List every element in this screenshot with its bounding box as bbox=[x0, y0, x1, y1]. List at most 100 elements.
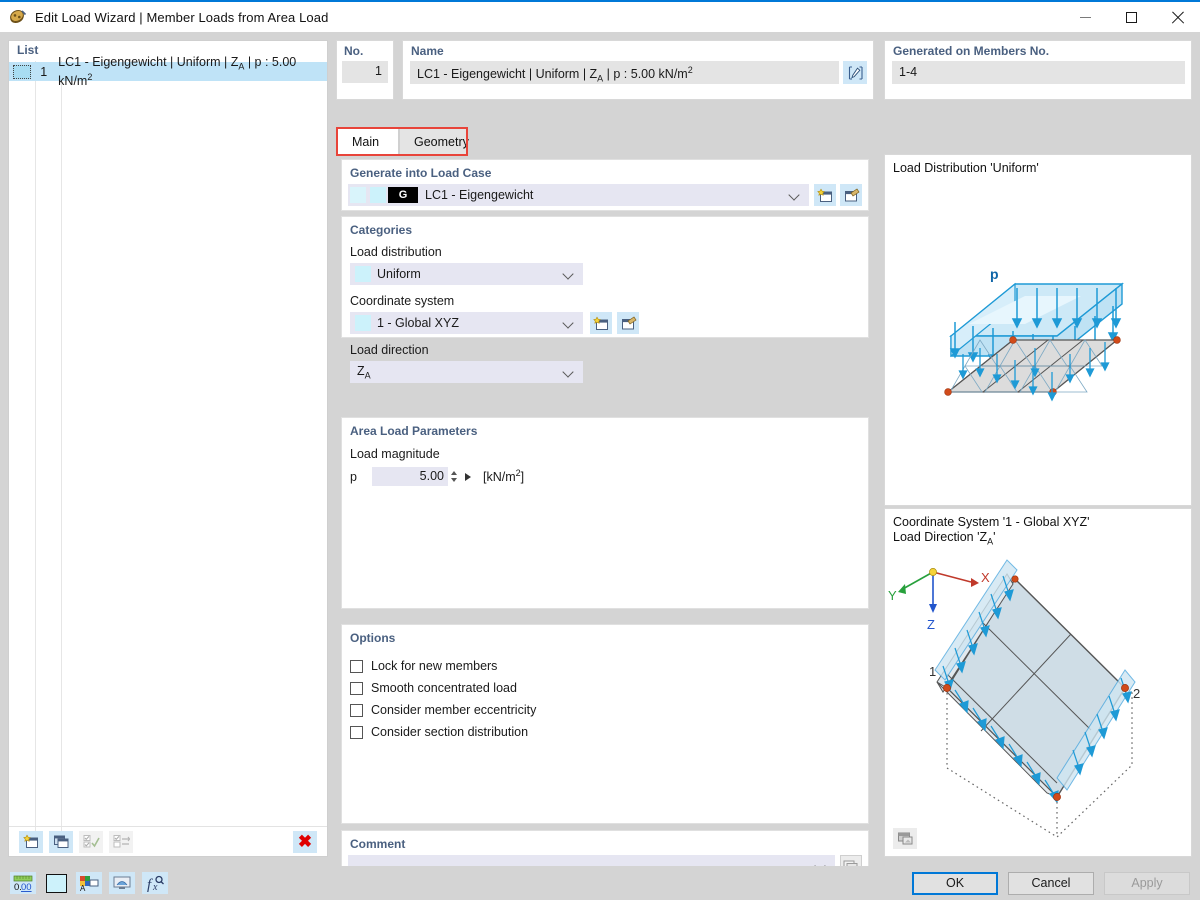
maximize-button[interactable] bbox=[1108, 1, 1154, 33]
close-button[interactable] bbox=[1154, 1, 1200, 33]
option-consider-member-eccentricity[interactable]: Consider member eccentricity bbox=[350, 699, 868, 721]
comment-title: Comment bbox=[342, 831, 868, 851]
new-window-icon bbox=[23, 834, 40, 849]
load-magnitude-input[interactable]: 5.00 bbox=[372, 467, 448, 486]
load-direction-value: ZA bbox=[350, 364, 563, 381]
row-color-swatch[interactable] bbox=[13, 65, 31, 79]
new-window-icon bbox=[817, 188, 834, 203]
axis-x-label: X bbox=[981, 570, 990, 585]
select-all-button[interactable] bbox=[79, 831, 103, 853]
load-direction-combo[interactable]: ZA bbox=[350, 361, 583, 383]
minimize-button[interactable] bbox=[1062, 1, 1108, 33]
color-swatch-icon bbox=[46, 874, 67, 893]
name-field[interactable]: LC1 - Eigengewicht | Uniform | ZA | p : … bbox=[410, 61, 839, 84]
number-field[interactable]: 1 bbox=[342, 61, 388, 83]
formula-button[interactable]: f x bbox=[142, 872, 168, 894]
window-title-bar: Edit Load Wizard | Member Loads from Are… bbox=[0, 0, 1200, 32]
node-2-label: 2 bbox=[1133, 686, 1140, 701]
column-separator bbox=[61, 61, 62, 836]
categories-title: Categories bbox=[342, 217, 868, 237]
area-load-parameters-section: Area Load Parameters Load magnitude p 5.… bbox=[341, 417, 869, 609]
tab-geometry[interactable]: Geometry bbox=[399, 128, 467, 154]
coordinate-system-combo[interactable]: 1 - Global XYZ bbox=[350, 312, 583, 334]
units-icon: 0. 00 bbox=[13, 875, 33, 892]
list-item-text-main: LC1 - Eigengewicht | Uniform | Z bbox=[58, 55, 238, 69]
load-symbol-label: p bbox=[990, 266, 999, 282]
render-button[interactable] bbox=[893, 828, 917, 849]
edit-name-button[interactable] bbox=[843, 61, 867, 84]
chevron-down-icon bbox=[563, 317, 575, 329]
column-separator bbox=[35, 61, 36, 836]
load-case-swatch-b bbox=[370, 187, 386, 203]
load-distribution-combo[interactable]: Uniform bbox=[350, 263, 583, 285]
unit-prefix: [kN/m bbox=[483, 471, 516, 485]
load-case-row: G LC1 - Eigengewicht bbox=[348, 184, 862, 206]
load-case-combo[interactable]: G LC1 - Eigengewicht bbox=[348, 184, 809, 206]
cancel-button[interactable]: Cancel bbox=[1008, 872, 1094, 895]
option-smooth-concentrated-load[interactable]: Smooth concentrated load bbox=[350, 677, 868, 699]
new-window-icon bbox=[593, 316, 610, 331]
list-item[interactable]: 1 LC1 - Eigengewicht | Uniform | ZA | p … bbox=[9, 62, 327, 81]
options-list: Lock for new members Smooth concentrated… bbox=[350, 655, 868, 743]
load-direction-title-prefix: Load Direction 'Z bbox=[893, 530, 987, 544]
window-controls bbox=[1062, 1, 1200, 33]
option-lock-for-new-members[interactable]: Lock for new members bbox=[350, 655, 868, 677]
close-icon bbox=[1171, 11, 1184, 24]
generated-on-members-field[interactable]: 1-4 bbox=[892, 61, 1185, 84]
footer-buttons: OK Cancel Apply bbox=[912, 872, 1190, 895]
option-label: Consider section distribution bbox=[371, 725, 528, 739]
units-button[interactable]: 0. 00 bbox=[10, 872, 36, 894]
coordinate-system-preview-panel: Coordinate System '1 - Global XYZ' Load … bbox=[884, 508, 1192, 857]
coordinate-system-row: 1 - Global XYZ bbox=[350, 312, 868, 334]
load-case-value: LC1 - Eigengewicht bbox=[425, 188, 789, 202]
svg-text:x: x bbox=[152, 882, 158, 892]
name-value-sup: 2 bbox=[688, 65, 693, 75]
load-direction-value-sub: A bbox=[365, 370, 371, 380]
edit-load-case-button[interactable] bbox=[840, 184, 862, 206]
list-item-label: LC1 - Eigengewicht | Uniform | ZA | p : … bbox=[52, 55, 327, 88]
area-load-parameters-title: Area Load Parameters bbox=[342, 418, 868, 438]
color-swatch-button[interactable] bbox=[43, 872, 69, 894]
unit-suffix: ] bbox=[521, 471, 524, 485]
invert-selection-button[interactable] bbox=[109, 831, 133, 853]
chevron-down-icon bbox=[563, 268, 575, 280]
ok-button[interactable]: OK bbox=[912, 872, 998, 895]
new-item-button[interactable] bbox=[19, 831, 43, 853]
load-distribution-preview-panel: Load Distribution 'Uniform' bbox=[884, 154, 1192, 506]
bottom-bar: 0. 00 A f bbox=[0, 866, 1200, 900]
visual-settings-button[interactable] bbox=[109, 872, 135, 894]
coordinate-system-label: Coordinate system bbox=[350, 294, 868, 308]
new-load-case-button[interactable] bbox=[814, 184, 836, 206]
checkbox-icon[interactable] bbox=[350, 726, 363, 739]
tab-strip: Main Geometry bbox=[337, 128, 874, 154]
app-icon bbox=[9, 8, 27, 26]
option-consider-section-distribution[interactable]: Consider section distribution bbox=[350, 721, 868, 743]
number-box: No. 1 bbox=[336, 40, 394, 100]
generate-into-load-case-title: Generate into Load Case bbox=[342, 160, 868, 180]
load-direction-value-main: Z bbox=[357, 364, 365, 378]
generated-on-members-label: Generated on Members No. bbox=[885, 41, 1191, 58]
load-magnitude-expand-icon[interactable] bbox=[465, 473, 471, 481]
load-magnitude-unit: [kN/m2] bbox=[483, 468, 524, 484]
tab-main[interactable]: Main bbox=[337, 128, 399, 154]
delete-item-button[interactable]: ✖ bbox=[293, 831, 317, 853]
checkbox-icon[interactable] bbox=[350, 704, 363, 717]
new-coordinate-system-button[interactable] bbox=[590, 312, 612, 334]
checkbox-icon[interactable] bbox=[350, 660, 363, 673]
options-title: Options bbox=[342, 625, 868, 645]
load-magnitude-stepper[interactable] bbox=[448, 467, 459, 486]
display-properties-button[interactable]: A bbox=[76, 872, 102, 894]
option-label: Lock for new members bbox=[371, 659, 497, 673]
apply-button[interactable]: Apply bbox=[1104, 872, 1190, 895]
option-label: Smooth concentrated load bbox=[371, 681, 517, 695]
stepper-up-icon bbox=[451, 471, 457, 475]
axis-y-label: Y bbox=[888, 588, 897, 603]
minimize-icon bbox=[1080, 17, 1091, 18]
invert-selection-icon bbox=[113, 834, 130, 849]
rendering-icon bbox=[897, 831, 914, 846]
copy-item-button[interactable] bbox=[49, 831, 73, 853]
axis-z-label: Z bbox=[927, 617, 935, 632]
checkbox-icon[interactable] bbox=[350, 682, 363, 695]
main-tab-content: Generate into Load Case G LC1 - Eigengew… bbox=[336, 154, 874, 857]
edit-coordinate-system-button[interactable] bbox=[617, 312, 639, 334]
